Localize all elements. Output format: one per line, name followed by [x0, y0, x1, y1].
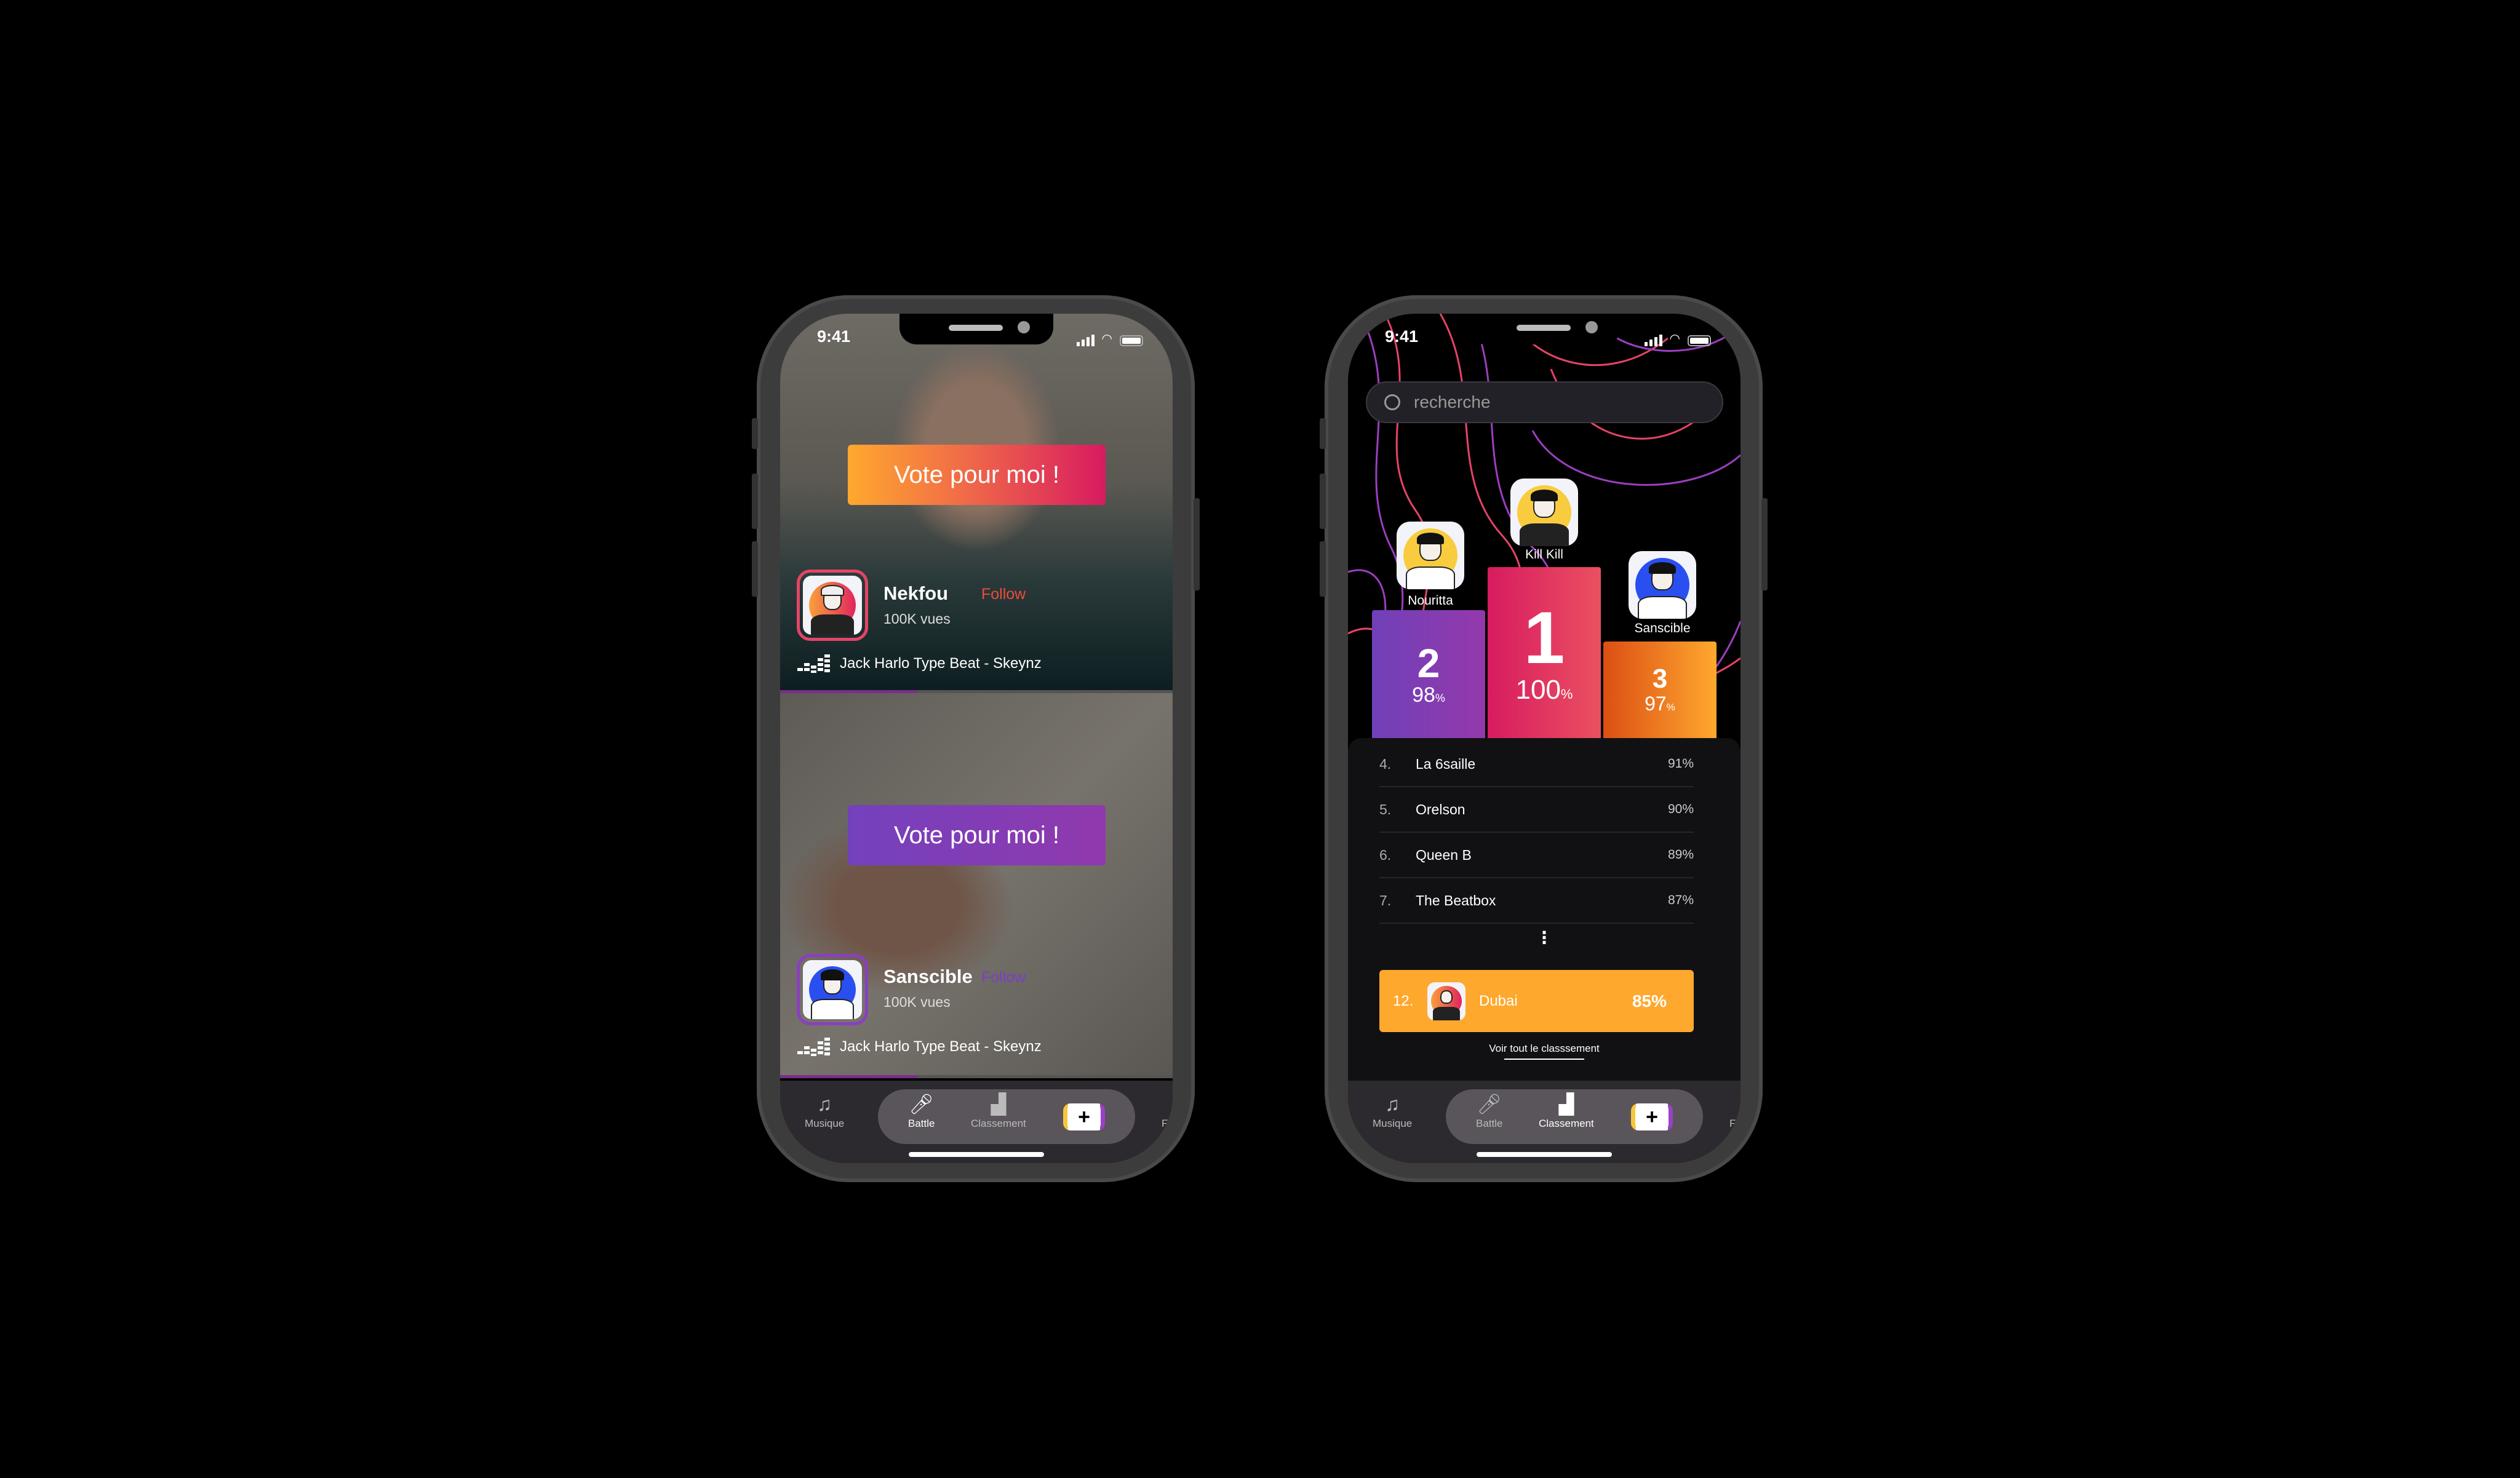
my-ranking-row[interactable]: 12. Dubai 85% [1379, 970, 1694, 1032]
ranking-list-panel: 4. La 6saille 91% 5. Orelson 90% 6. Queen B 89… [1348, 738, 1740, 1089]
podium-rank: 3 [1652, 664, 1668, 694]
avatar-nekfou[interactable] [797, 570, 868, 641]
podium-icon: ▟ [1558, 1093, 1574, 1115]
podium-3rd[interactable]: 3 97% [1603, 642, 1717, 739]
avatar-sanscible[interactable] [797, 954, 868, 1025]
add-button[interactable]: + [1631, 1103, 1673, 1130]
phone-ranking: 9:41 ◠ recherche Kill Kill Nouritta Sans… [1320, 295, 1768, 1182]
view-count: 100K vues [883, 994, 951, 1010]
view-count: 100K vues [883, 611, 951, 627]
follow-button[interactable]: Follow [981, 969, 1026, 987]
ranking-row[interactable]: 4. La 6saille 91% [1379, 742, 1694, 787]
battery-icon [1120, 335, 1143, 346]
avatar-nouritta[interactable] [1397, 522, 1464, 589]
video-2[interactable]: Vote pour moi ! Sanscible Follow 100K vu… [780, 693, 1173, 1078]
avatar-sanscible[interactable] [1629, 551, 1696, 619]
my-avatar [1427, 982, 1465, 1020]
signal-icon [1644, 335, 1662, 346]
tab-classement[interactable]: ▟ Classement [1539, 1093, 1594, 1130]
artist-name[interactable]: Sanscible [883, 966, 973, 988]
track-title: Jack Harlo Type Beat - Skeynz [840, 1038, 1042, 1055]
artist-name[interactable]: Nekfou [883, 582, 948, 605]
status-icons: ◠ [1644, 331, 1711, 346]
plus-icon: + [1635, 1103, 1669, 1130]
music-note-icon: ♫ [817, 1093, 832, 1115]
ranking-row[interactable]: 5. Orelson 90% [1379, 787, 1694, 833]
more-dots-icon: ⋮ [1536, 928, 1553, 947]
tab-favorites[interactable]: Fa [1162, 1093, 1173, 1130]
follow-button[interactable]: Follow [981, 586, 1026, 603]
podium-name-2: Nouritta [1408, 594, 1453, 608]
track-info[interactable]: Jack Harlo Type Beat - Skeynz [797, 1038, 1042, 1056]
status-time: 9:41 [1385, 327, 1419, 346]
plus-icon: + [1067, 1103, 1101, 1130]
home-indicator [1477, 1152, 1612, 1157]
notch [899, 314, 1053, 344]
vote-button[interactable]: Vote pour moi ! [848, 445, 1106, 505]
home-indicator [909, 1152, 1044, 1157]
tab-bar: ♫ Musique 🎤︎ Battle ▟ Classement + Fa [780, 1081, 1173, 1163]
battery-icon [1688, 335, 1711, 346]
podium-score: 98 [1412, 683, 1435, 707]
podium-name-1: Kill Kill [1525, 547, 1563, 562]
my-score: 85% [1632, 991, 1667, 1011]
ranking-row[interactable]: 7. The Beatbox 87% [1379, 878, 1694, 924]
podium-score: 100 [1515, 675, 1561, 705]
tab-classement[interactable]: ▟ Classement [971, 1093, 1026, 1130]
search-icon [1384, 394, 1400, 410]
signal-icon [1076, 335, 1095, 346]
status-icons: ◠ [1076, 331, 1143, 346]
tab-battle[interactable]: 🎤︎ Battle [908, 1093, 935, 1130]
microphone-icon: 🎤︎ [909, 1093, 935, 1115]
podium-2nd[interactable]: 2 98% [1372, 610, 1485, 739]
podium-rank: 1 [1523, 597, 1565, 679]
ranking-screen: 9:41 ◠ recherche Kill Kill Nouritta Sans… [1348, 314, 1740, 1163]
my-rank: 12. [1393, 992, 1414, 1009]
podium-icon: ▟ [991, 1093, 1007, 1115]
search-placeholder: recherche [1414, 392, 1491, 411]
notch [1467, 314, 1621, 344]
podium-name-3: Sanscible [1634, 621, 1691, 635]
track-info[interactable]: Jack Harlo Type Beat - Skeynz [797, 654, 1042, 673]
track-title: Jack Harlo Type Beat - Skeynz [840, 655, 1042, 672]
podium-rank: 2 [1417, 640, 1440, 686]
ranking-row[interactable]: 6. Queen B 89% [1379, 833, 1694, 878]
podium-score: 97 [1645, 693, 1667, 715]
tab-battle[interactable]: 🎤︎ Battle [1476, 1093, 1502, 1130]
tab-bar: ♫ Musique 🎤︎ Battle ▟ Classement + Fa [1348, 1081, 1740, 1163]
progress-bar[interactable] [780, 1075, 1173, 1078]
wifi-icon: ◠ [1101, 332, 1112, 346]
search-input[interactable]: recherche [1366, 381, 1723, 423]
wifi-icon: ◠ [1669, 332, 1680, 346]
equalizer-icon [797, 1038, 830, 1056]
vote-button[interactable]: Vote pour moi ! [848, 805, 1106, 865]
music-note-icon: ♫ [1385, 1093, 1400, 1115]
tab-musique[interactable]: ♫ Musique [805, 1093, 844, 1130]
my-name: Dubai [1479, 992, 1518, 1009]
phone-battle: 9:41 ◠ Vote pour moi ! Nekfou Follow 100… [752, 295, 1200, 1182]
avatar-kill-kill[interactable] [1510, 479, 1578, 546]
battle-screen: 9:41 ◠ Vote pour moi ! Nekfou Follow 100… [780, 314, 1173, 1163]
see-all-link[interactable]: Voir tout le classsement [1348, 1043, 1740, 1060]
status-time: 9:41 [817, 327, 851, 346]
microphone-icon: 🎤︎ [1477, 1093, 1502, 1115]
tab-favorites[interactable]: Fa [1729, 1093, 1740, 1130]
podium-1st[interactable]: 1 100% [1488, 567, 1601, 739]
video-1[interactable]: Vote pour moi ! Nekfou Follow 100K vues … [780, 314, 1173, 693]
tab-musique[interactable]: ♫ Musique [1373, 1093, 1412, 1130]
equalizer-icon [797, 654, 830, 673]
add-button[interactable]: + [1063, 1103, 1105, 1130]
